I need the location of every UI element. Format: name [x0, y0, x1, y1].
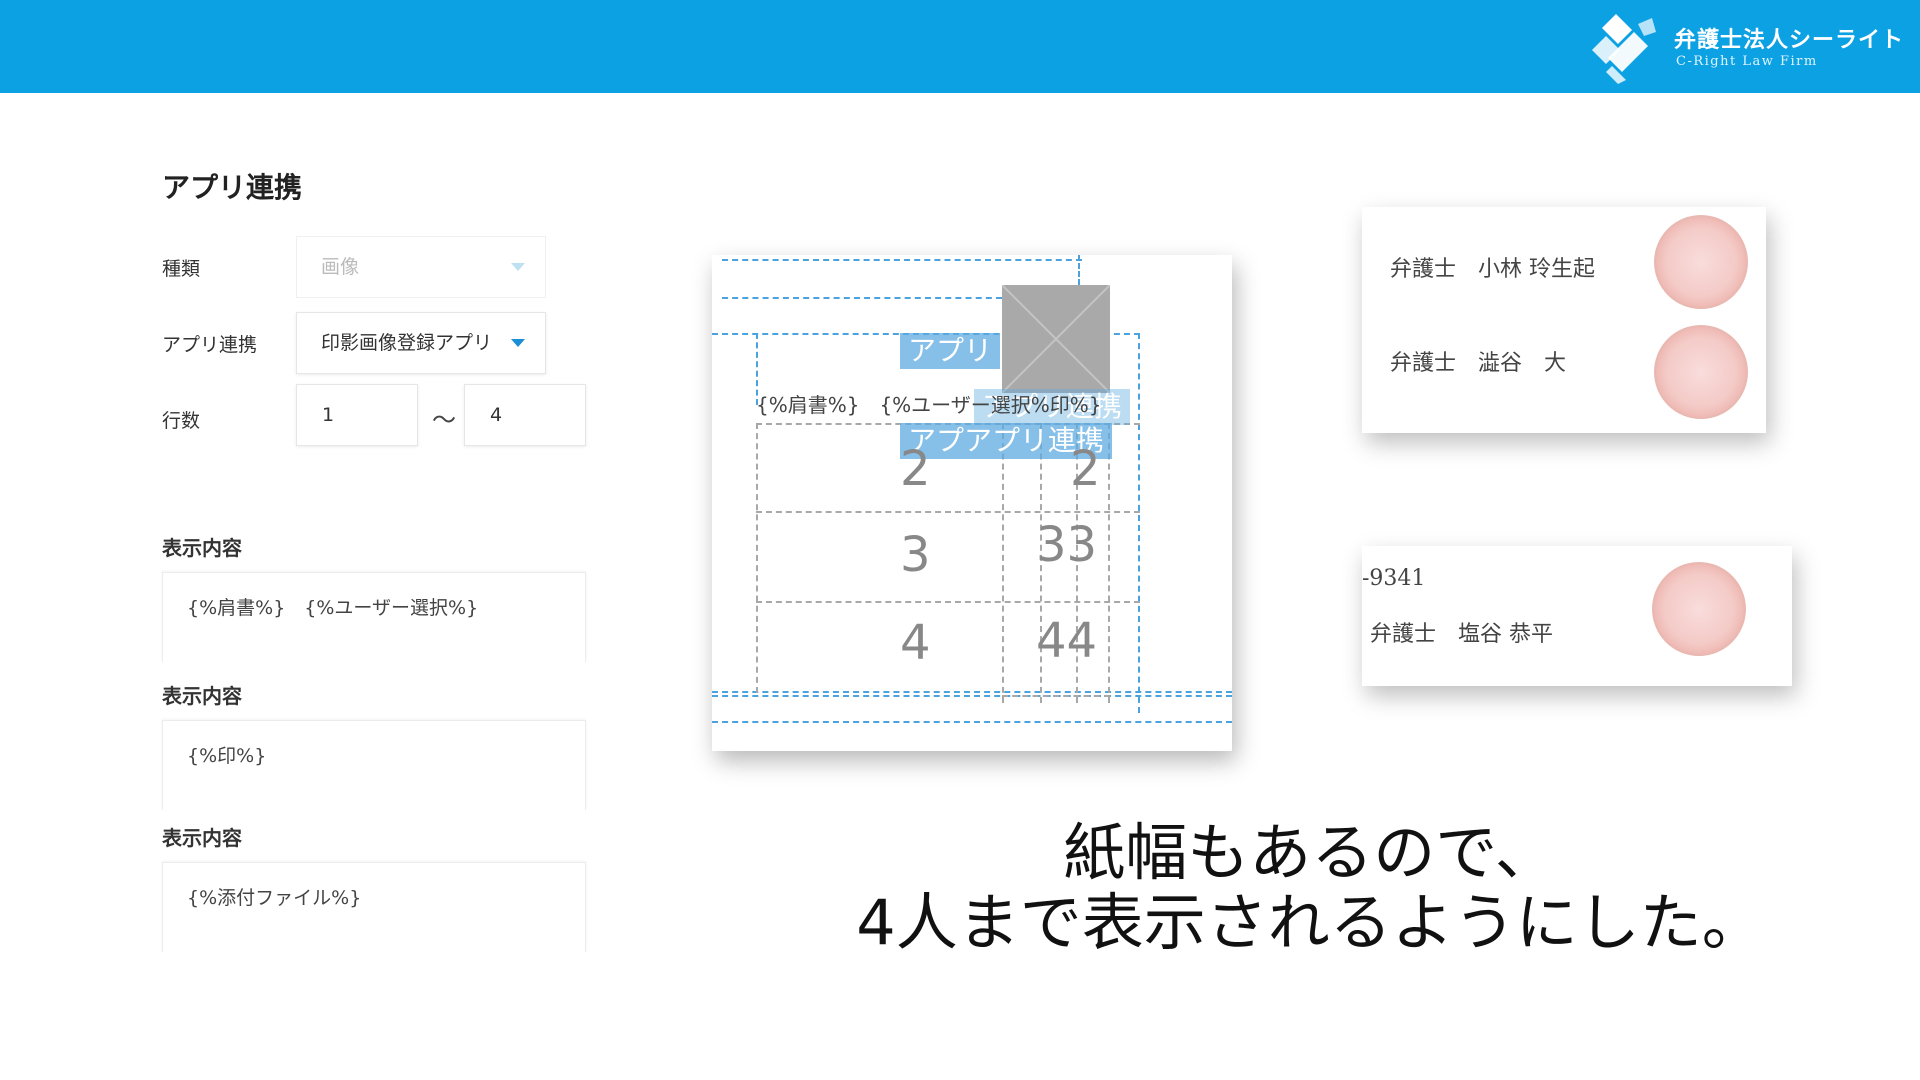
row-number: 44: [1036, 613, 1098, 669]
brand-logo[interactable]: 弁護士法人シーライト C-Right Law Firm: [1582, 10, 1905, 84]
image-placeholder-icon: [1002, 285, 1110, 393]
brand-title: 弁護士法人シーライト: [1674, 28, 1905, 53]
range-tilde: 〜: [432, 406, 456, 434]
grid-line: [756, 423, 758, 693]
display-content-label: 表示内容: [162, 826, 242, 850]
guide-line: [722, 259, 1082, 261]
chevron-down-icon: [511, 339, 525, 347]
grid-line: [1108, 423, 1110, 703]
grid-line: [756, 601, 1140, 603]
lawyer-name-line: 弁護士 小林 玲生起: [1390, 257, 1595, 282]
guide-line: [712, 695, 1232, 697]
chevron-down-icon: [511, 263, 525, 271]
stamp-output-card: -9341 弁護士 塩谷 恭平: [1362, 546, 1792, 686]
grid-line: [1002, 695, 1110, 697]
app-link-field-label[interactable]: アプリ: [900, 333, 1001, 369]
layout-preview: アプリ アプリ連携 アプアプリ連携 {%肩書%} {%ユーザー選択%印%} 2 …: [712, 255, 1232, 751]
app-link-select-value: 印影画像登録アプリ: [321, 332, 493, 354]
seal-stamp-image: [1652, 562, 1746, 656]
display-content-label: 表示内容: [162, 684, 242, 708]
image-placeholder[interactable]: [1002, 285, 1110, 393]
app-link-label: アプリ連携: [162, 334, 258, 356]
app-link-select[interactable]: 印影画像登録アプリ: [296, 312, 546, 374]
row-number: 4: [900, 615, 931, 671]
stamp-output-card: 弁護士 小林 玲生起 弁護士 澁谷 大: [1362, 207, 1766, 433]
row-number: 33: [1036, 517, 1098, 573]
video-subtitle: 紙幅もあるので、 4人まで表示されるようにした。: [760, 818, 1860, 958]
guide-line: [712, 691, 1232, 693]
row-from-input[interactable]: 1: [296, 384, 418, 446]
law-firm-logo-icon: [1592, 14, 1656, 84]
guide-line: [722, 297, 1002, 299]
app-header: 弁護士法人シーライト C-Right Law Firm: [0, 0, 1920, 93]
placeholder-field-text: {%肩書%} {%ユーザー選択%印%}: [756, 393, 1102, 417]
brand-subtitle: C-Right Law Firm: [1676, 54, 1818, 69]
seal-stamp-image: [1654, 215, 1748, 309]
row-number: 3: [900, 527, 931, 583]
row-number: 2: [1070, 441, 1101, 497]
display-content-textarea[interactable]: {%印%}: [162, 720, 586, 810]
lawyer-name-line: 弁護士 澁谷 大: [1390, 351, 1567, 376]
display-content-textarea[interactable]: {%肩書%} {%ユーザー選択%}: [162, 572, 586, 662]
display-content-textarea[interactable]: {%添付ファイル%}: [162, 862, 586, 952]
type-label: 種類: [162, 258, 201, 280]
type-select[interactable]: 画像: [296, 236, 546, 298]
grid-line: [756, 511, 1140, 513]
grid-line: [1002, 423, 1004, 703]
type-select-value: 画像: [321, 256, 360, 278]
address-fragment: -9341: [1362, 566, 1426, 591]
subtitle-line: 紙幅もあるので、: [1063, 816, 1557, 889]
lawyer-name-line: 弁護士 塩谷 恭平: [1370, 622, 1553, 647]
row-to-input[interactable]: 4: [464, 384, 586, 446]
display-content-label: 表示内容: [162, 536, 242, 560]
guide-line: [712, 721, 1232, 723]
guide-line: [1078, 255, 1080, 285]
guide-line: [1138, 333, 1140, 713]
row-count-label: 行数: [162, 410, 201, 432]
seal-stamp-image: [1654, 325, 1748, 419]
section-title: アプリ連携: [162, 171, 303, 204]
subtitle-line: 4人まで表示されるようにした。: [856, 886, 1764, 959]
row-number: 2: [900, 441, 931, 497]
